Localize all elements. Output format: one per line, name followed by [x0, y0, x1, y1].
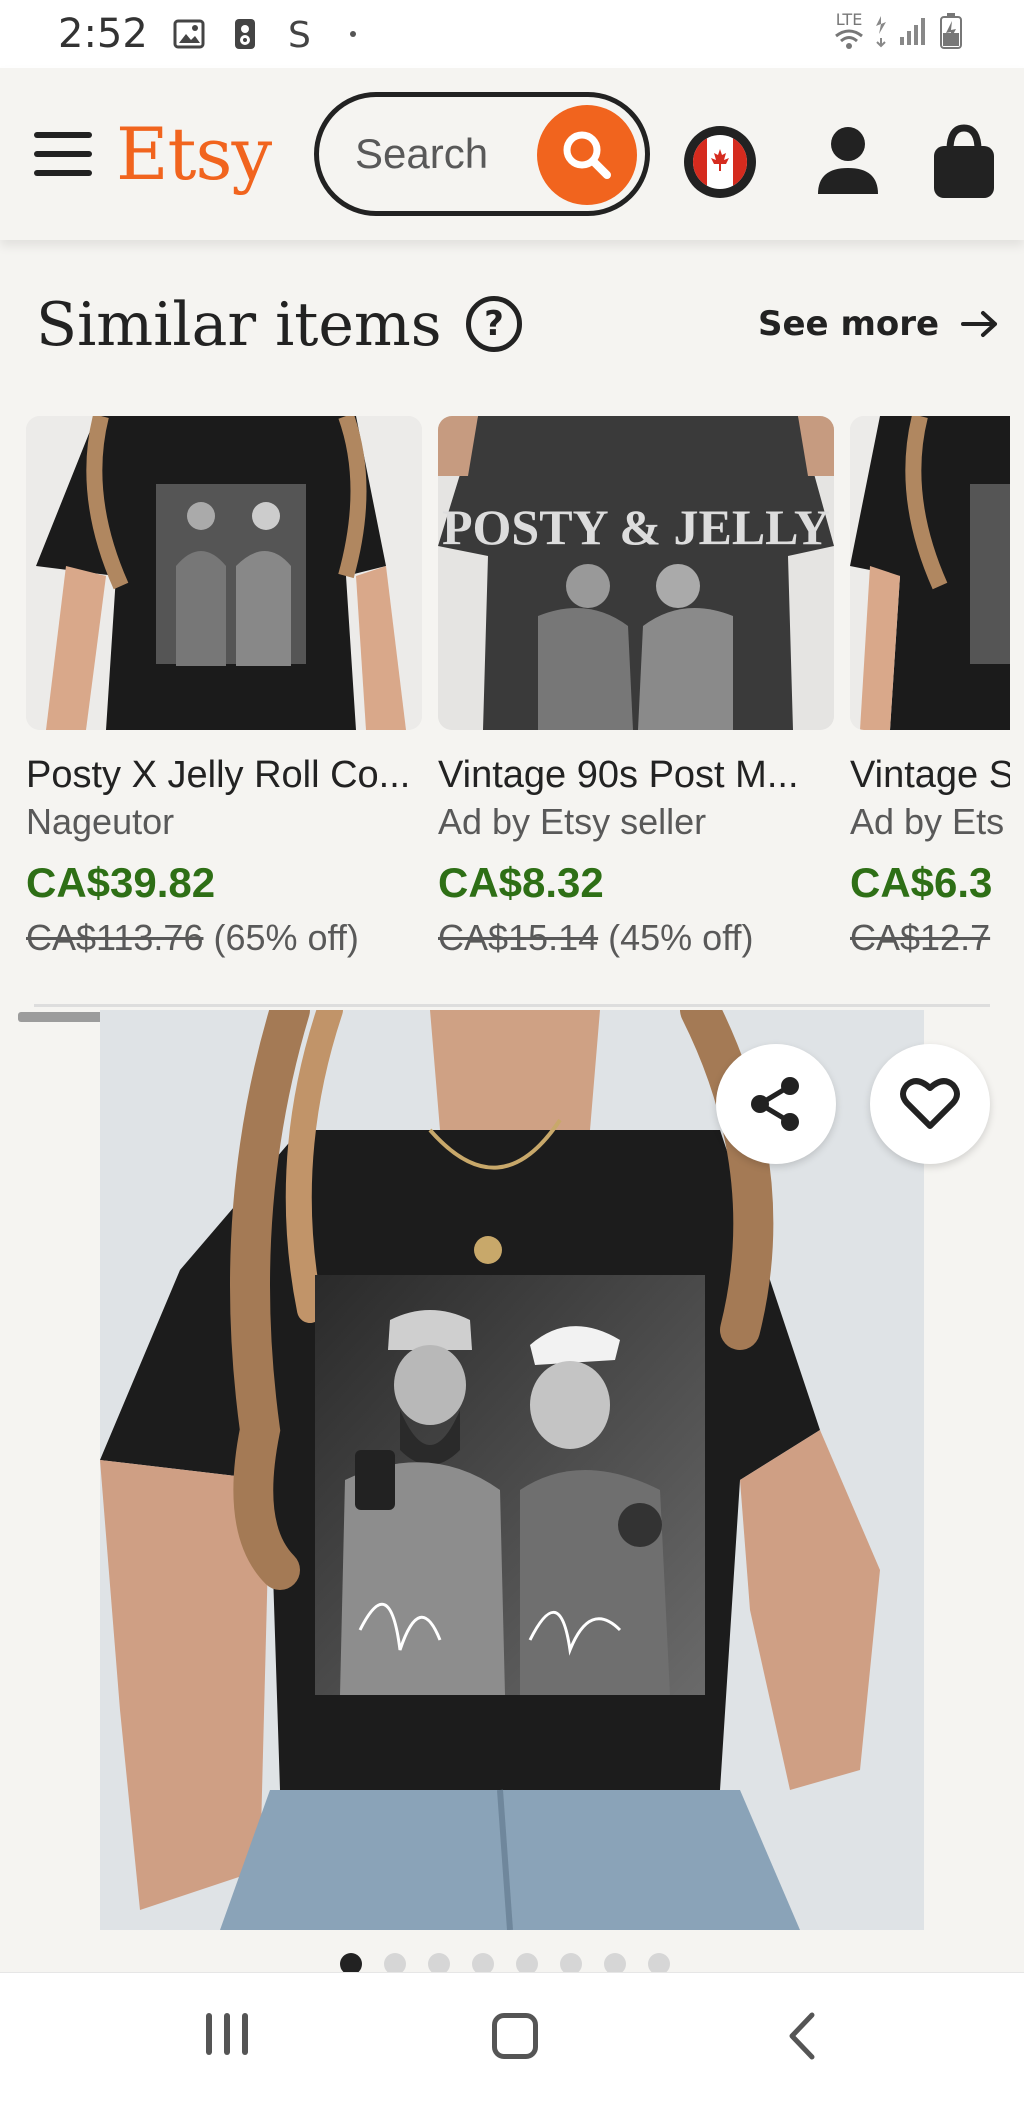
- recent-apps-button[interactable]: [206, 2013, 248, 2055]
- item-title[interactable]: Vintage S: [850, 754, 1010, 797]
- status-time: 2:52: [58, 11, 148, 57]
- favorite-button[interactable]: [870, 1044, 990, 1164]
- status-bar: 2:52 S LTE: [0, 0, 1024, 68]
- back-button[interactable]: [782, 2011, 822, 2061]
- item-original-price: CA$15.14: [438, 917, 599, 958]
- item-seller: Ad by Etsy seller: [438, 801, 707, 842]
- heart-icon: [900, 1078, 960, 1129]
- item-price: CA$39.82: [26, 859, 216, 906]
- item-original-price: CA$12.7: [850, 917, 991, 958]
- search-box[interactable]: [314, 92, 650, 216]
- signal-icon: [900, 18, 925, 45]
- similar-items-carousel[interactable]: Posty X Jelly Roll Co... Nageutor CA$39.…: [0, 416, 1010, 986]
- system-nav-bar: [0, 1972, 1024, 2105]
- item-price: CA$6.3: [850, 859, 993, 906]
- s-app-notification-icon: S: [284, 15, 318, 53]
- similar-item-card[interactable]: POSTY & JELLY Vintage 90s Post M... Ad b…: [438, 416, 834, 959]
- network-type: LTE: [835, 10, 863, 29]
- item-image[interactable]: [26, 416, 422, 730]
- cart-button[interactable]: [928, 120, 1000, 202]
- item-discount: (65% off): [213, 917, 359, 958]
- search-input[interactable]: [355, 97, 525, 211]
- share-icon: [751, 1077, 799, 1131]
- back-icon: [789, 2012, 815, 2060]
- site-header: Etsy: [0, 68, 1024, 240]
- region-button[interactable]: [684, 126, 756, 198]
- wifi-icon: [835, 29, 863, 49]
- gallery-notification-icon: [172, 17, 206, 51]
- speaker-notification-icon: [228, 17, 262, 51]
- section-title: Similar items: [36, 290, 442, 360]
- data-transfer-icon: [876, 16, 886, 48]
- item-original-price: CA$113.76: [26, 917, 204, 958]
- item-seller: Ad by Ets: [850, 801, 1005, 842]
- item-image[interactable]: POSTY & JELLY: [438, 416, 834, 730]
- item-discount: (45% off): [608, 917, 754, 958]
- more-notifications-dot: [349, 31, 356, 37]
- item-seller: Nageutor: [26, 801, 175, 842]
- canada-flag-icon: [693, 135, 747, 189]
- see-more-label: See more: [758, 304, 940, 344]
- status-right: LTE: [834, 12, 962, 50]
- battery-charging-icon: [940, 13, 962, 49]
- item-title[interactable]: Vintage 90s Post M...: [438, 754, 834, 797]
- item-original-price-row: CA$15.14 (45% off): [438, 917, 834, 959]
- item-price: CA$8.32: [438, 859, 604, 906]
- etsy-logo[interactable]: Etsy: [116, 112, 272, 196]
- menu-icon[interactable]: [34, 132, 92, 176]
- shirt-print-text: POSTY & JELLY: [442, 499, 830, 555]
- help-icon[interactable]: ?: [466, 296, 522, 352]
- item-original-price-row: CA$12.7: [850, 917, 1010, 959]
- shopping-bag-icon: [934, 124, 994, 198]
- user-icon: [818, 127, 878, 194]
- section-divider: [34, 1004, 990, 1007]
- item-image[interactable]: [850, 416, 1010, 730]
- similar-item-card[interactable]: Vintage S Ad by Ets CA$6.3 CA$12.7: [850, 416, 1010, 959]
- svg-text:S: S: [288, 15, 311, 53]
- arrow-right-icon: [961, 311, 998, 337]
- account-button[interactable]: [812, 122, 884, 202]
- search-button[interactable]: [537, 105, 637, 205]
- search-icon: [563, 131, 611, 179]
- home-button[interactable]: [492, 2013, 538, 2059]
- see-more-link[interactable]: See more: [758, 304, 999, 344]
- item-title[interactable]: Posty X Jelly Roll Co...: [26, 754, 422, 797]
- similar-item-card[interactable]: Posty X Jelly Roll Co... Nageutor CA$39.…: [26, 416, 422, 959]
- item-original-price-row: CA$113.76 (65% off): [26, 917, 422, 959]
- share-button[interactable]: [716, 1044, 836, 1164]
